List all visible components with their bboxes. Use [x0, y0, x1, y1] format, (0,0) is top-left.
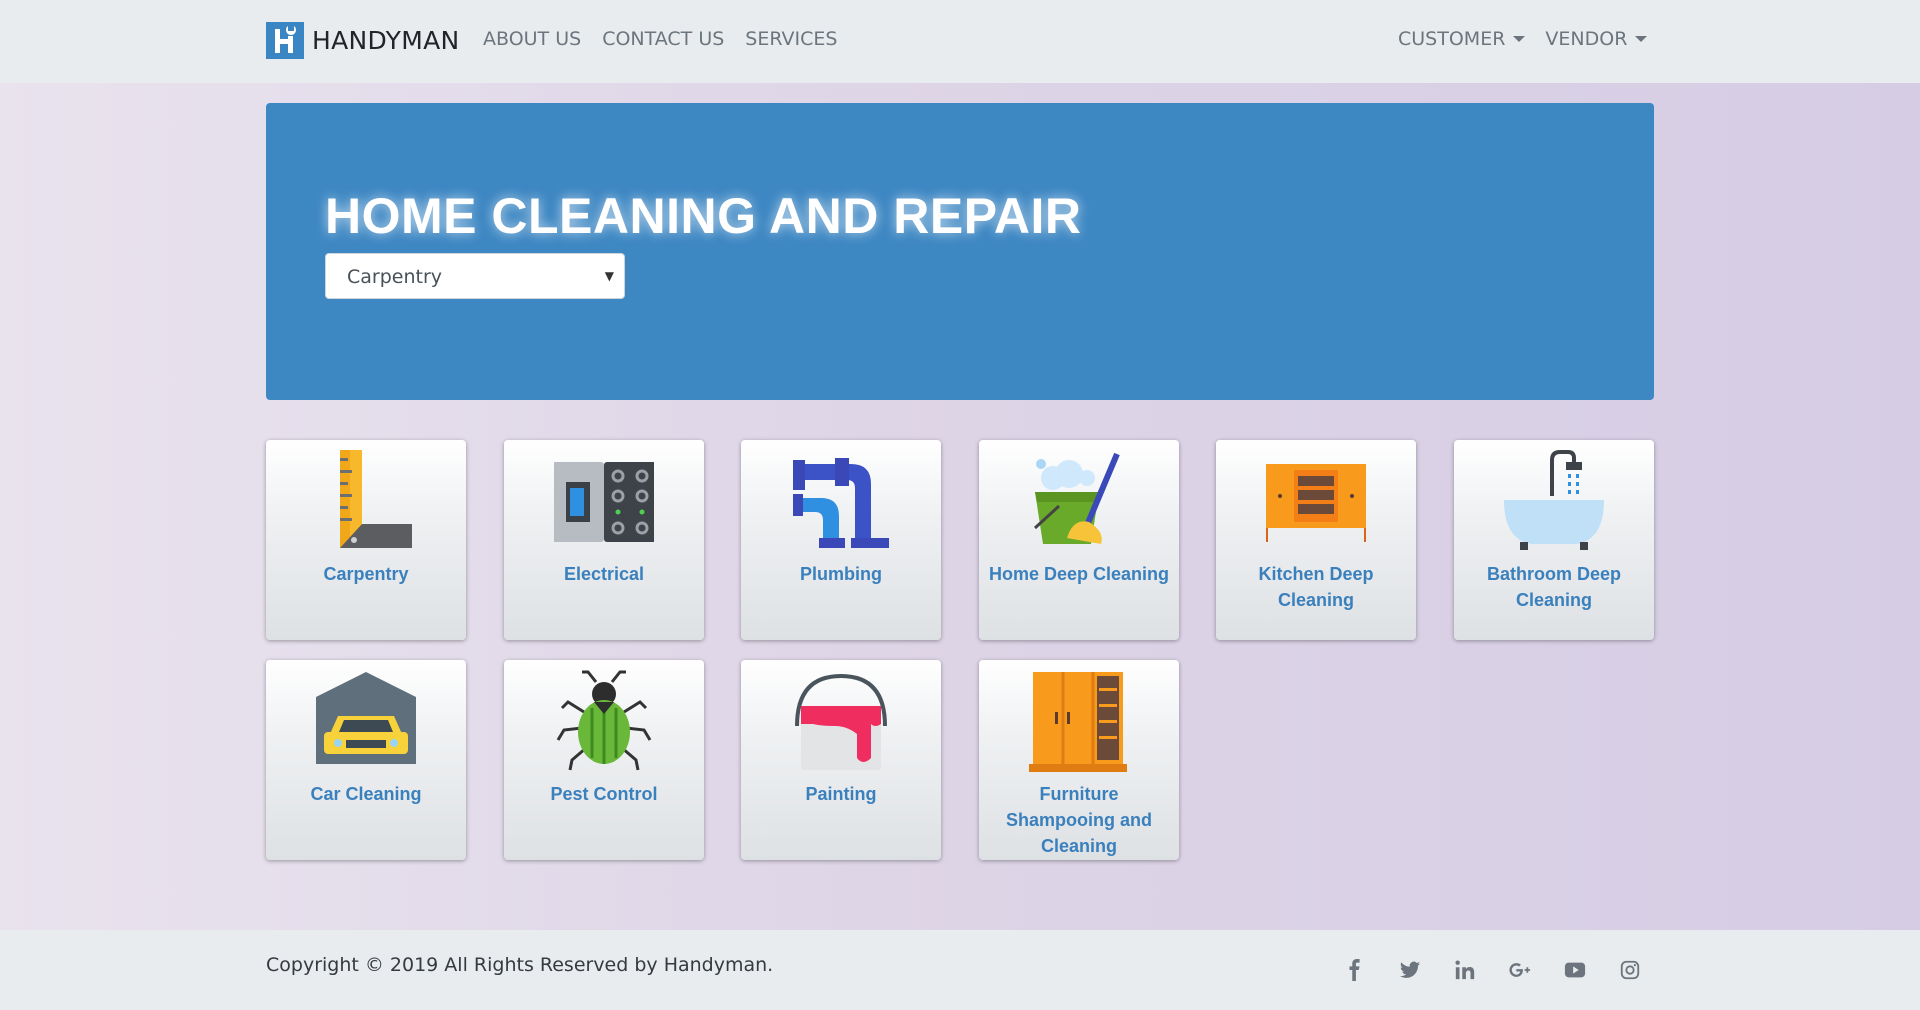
handyman-logo-icon — [266, 22, 304, 59]
service-card-home-deep-cleaning[interactable]: Home Deep Cleaning — [979, 440, 1179, 640]
service-card-kitchen-deep-cleaning[interactable]: Kitchen Deep Cleaning — [1216, 440, 1416, 640]
social-links — [1340, 958, 1670, 982]
hero-jumbotron: HOME CLEANING AND REPAIR Carpentry ▼ — [266, 103, 1654, 400]
page-footer: Copyright © 2019 All Rights Reserved by … — [0, 930, 1920, 1010]
nav-about-us[interactable]: ABOUT US — [483, 28, 581, 50]
service-card-bathroom-deep-cleaning[interactable]: Bathroom Deep Cleaning — [1454, 440, 1654, 640]
main-nav: ABOUT US CONTACT US SERVICES — [483, 28, 858, 50]
bathtub-shower-icon — [1504, 448, 1604, 553]
caret-down-icon — [1635, 36, 1648, 42]
service-card-electrical[interactable]: Electrical — [504, 440, 704, 640]
beetle-icon — [554, 668, 654, 773]
bucket-broom-icon — [1029, 448, 1129, 553]
customer-dropdown[interactable]: CUSTOMER — [1398, 28, 1526, 50]
service-card-pest-control[interactable]: Pest Control — [504, 660, 704, 860]
service-card-plumbing[interactable]: Plumbing — [741, 440, 941, 640]
brand-link[interactable]: HANDYMAN — [266, 22, 460, 59]
linkedin-icon[interactable] — [1450, 958, 1480, 982]
service-card-label: Plumbing — [800, 564, 882, 584]
service-card-label: Furniture Shampooing and Cleaning — [1006, 784, 1152, 856]
service-card-label: Electrical — [563, 564, 645, 584]
hero-title: HOME CLEANING AND REPAIR — [325, 188, 1082, 244]
service-select-value: Carpentry — [347, 266, 443, 288]
twitter-icon[interactable] — [1395, 958, 1425, 982]
service-select[interactable]: Carpentry ▼ — [325, 253, 625, 299]
service-card-carpentry[interactable]: Carpentry — [266, 440, 466, 640]
carpentry-ruler-icon — [316, 448, 416, 553]
service-card-label: Car Cleaning — [310, 784, 422, 804]
service-card-car-cleaning[interactable]: Car Cleaning — [266, 660, 466, 860]
copyright-text: Copyright © 2019 All Rights Reserved by … — [266, 954, 774, 976]
google-plus-icon[interactable] — [1505, 958, 1535, 982]
nav-services[interactable]: SERVICES — [745, 28, 837, 50]
car-garage-icon — [310, 668, 422, 773]
plumbing-pipe-icon — [791, 448, 891, 553]
service-card-painting[interactable]: Painting — [741, 660, 941, 860]
electrical-panel-icon — [552, 448, 658, 553]
service-card-label: Home Deep Cleaning — [988, 564, 1170, 584]
instagram-icon[interactable] — [1615, 958, 1645, 982]
vendor-dropdown[interactable]: VENDOR — [1545, 28, 1648, 50]
facebook-icon[interactable] — [1340, 958, 1370, 982]
service-card-furniture-shampooing[interactable]: Furniture Shampooing and Cleaning — [979, 660, 1179, 860]
brand-name: HANDYMAN — [312, 26, 460, 55]
top-navbar: HANDYMAN ABOUT US CONTACT US SERVICES CU… — [0, 0, 1920, 83]
service-card-label: Kitchen Deep Cleaning — [1258, 564, 1374, 610]
youtube-icon[interactable] — [1560, 958, 1590, 982]
vendor-dropdown-label: VENDOR — [1545, 28, 1628, 50]
service-card-label: Painting — [805, 784, 877, 804]
account-nav: CUSTOMER VENDOR — [1398, 28, 1667, 50]
service-card-label: Carpentry — [323, 564, 409, 584]
service-card-label: Bathroom Deep Cleaning — [1486, 564, 1621, 610]
select-arrow-icon: ▼ — [604, 269, 614, 283]
service-card-label: Pest Control — [550, 784, 658, 804]
nav-contact-us[interactable]: CONTACT US — [602, 28, 724, 50]
kitchen-cabinet-icon — [1256, 448, 1376, 553]
customer-dropdown-label: CUSTOMER — [1398, 28, 1506, 50]
paint-bucket-icon — [791, 668, 891, 773]
wardrobe-icon — [1029, 668, 1129, 773]
caret-down-icon — [1513, 36, 1526, 42]
